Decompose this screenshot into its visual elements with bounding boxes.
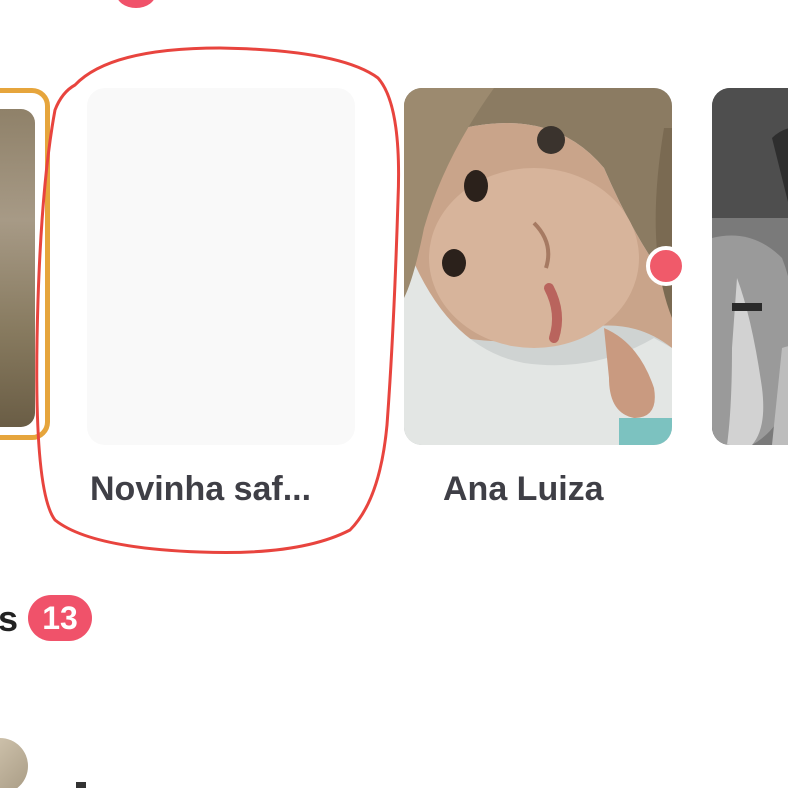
- messages-section-title: s: [0, 598, 19, 639]
- notification-dot: [116, 0, 156, 8]
- match-name: Novinha saf...: [90, 470, 312, 508]
- match-card-highlighted[interactable]: [0, 88, 50, 440]
- match-photo-portrait: [404, 88, 672, 445]
- match-card-empty[interactable]: [87, 88, 355, 445]
- screen: Novinha saf... Ana Luiza s 13: [0, 0, 788, 788]
- conversation-name: [76, 782, 86, 788]
- match-photo-blurred: [0, 109, 35, 427]
- online-status-dot: [646, 246, 686, 286]
- match-card-next[interactable]: [712, 88, 788, 445]
- messages-count-badge: 13: [28, 595, 92, 641]
- match-photo-monochrome: [712, 88, 788, 445]
- conversation-avatar[interactable]: [0, 738, 28, 788]
- match-name: Ana Luiza: [443, 470, 604, 508]
- match-card-ana-luiza[interactable]: [404, 88, 672, 445]
